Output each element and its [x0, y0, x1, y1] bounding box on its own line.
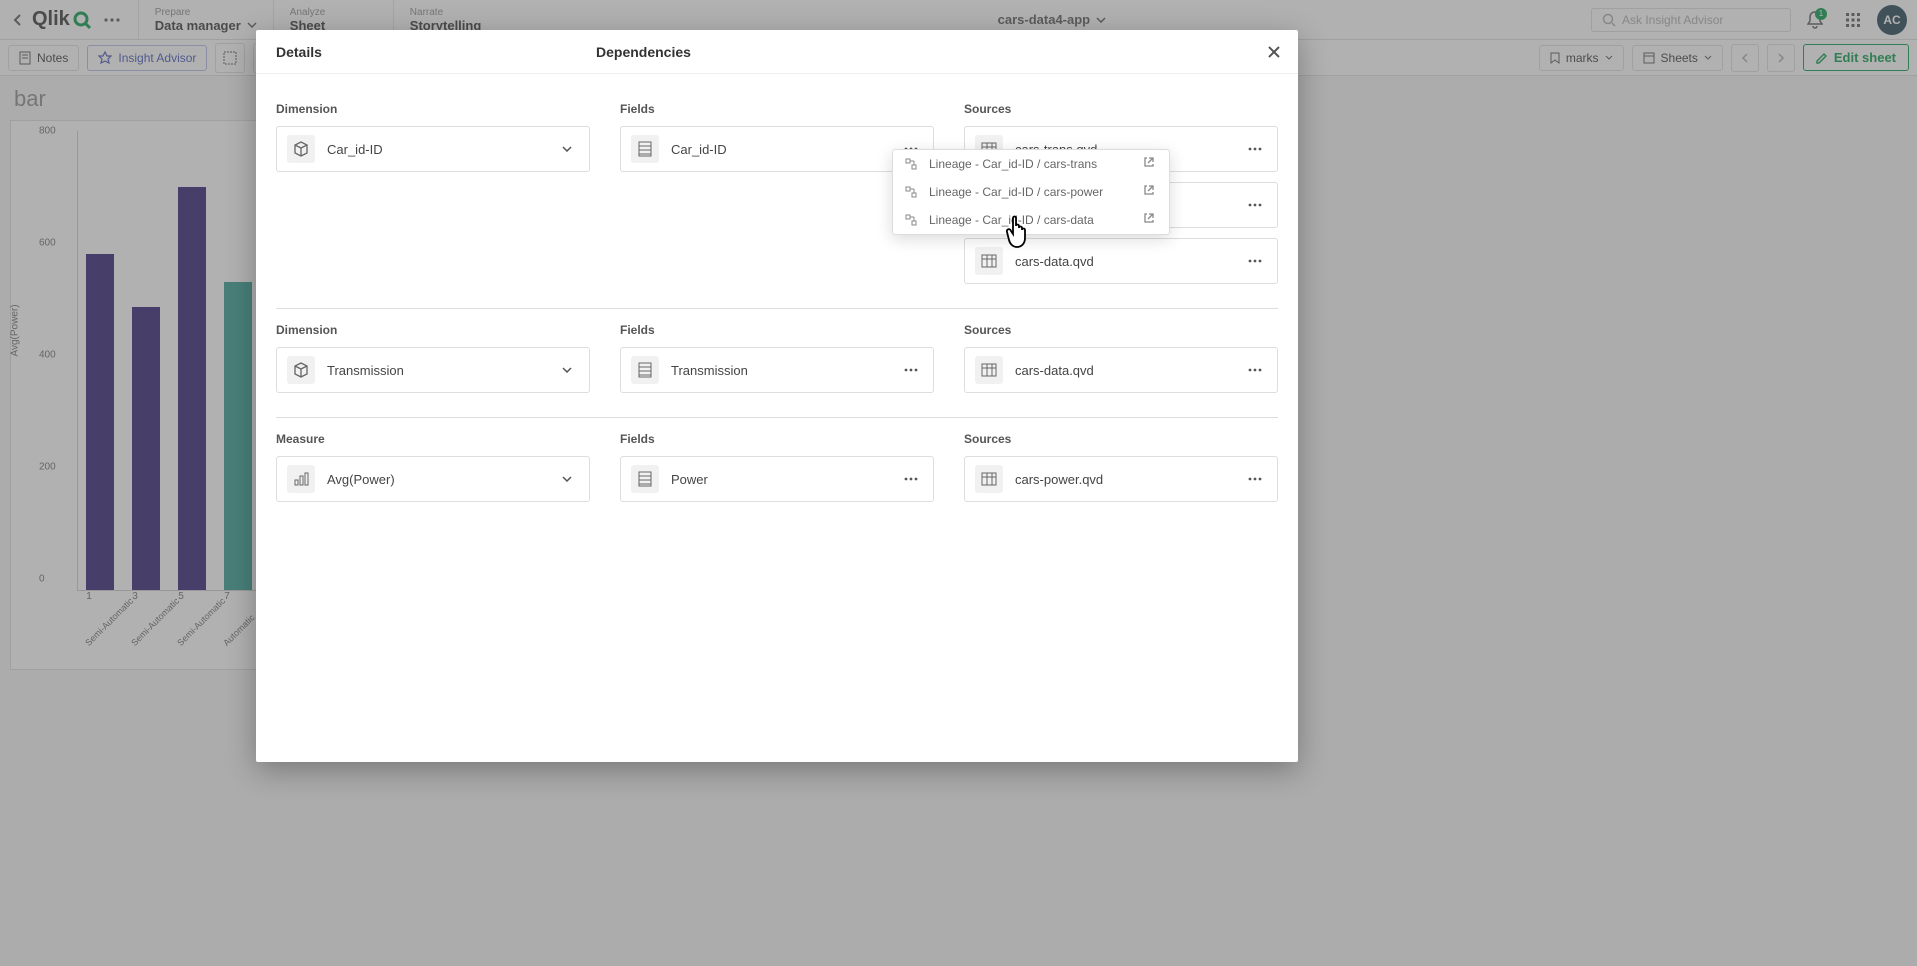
table-icon [975, 465, 1003, 493]
dep-col-fields: Fields Transmission [620, 323, 934, 403]
modal-title-details: Details [256, 44, 596, 60]
field-value: Power [671, 472, 899, 487]
lineage-popup: Lineage - Car_id-ID / cars-trans Lineage… [892, 149, 1170, 235]
lineage-item[interactable]: Lineage - Car_id-ID / cars-power [893, 178, 1169, 206]
source-item[interactable]: cars-data.qvd [964, 347, 1278, 393]
close-icon [1267, 45, 1281, 59]
field-item[interactable]: Power [620, 456, 934, 502]
dep-col-fields: Fields Car_id-ID [620, 102, 934, 294]
dep-label-fields: Fields [620, 432, 934, 446]
more-button[interactable] [1243, 358, 1267, 382]
lineage-icon [903, 156, 919, 172]
chevron-down-icon[interactable] [555, 137, 579, 161]
lineage-icon [903, 184, 919, 200]
field-icon [631, 356, 659, 384]
field-value: Car_id-ID [671, 142, 899, 157]
dep-label-fields: Fields [620, 323, 934, 337]
dep-label-dimension: Dimension [276, 323, 590, 337]
lineage-text: Lineage - Car_id-ID / cars-power [929, 185, 1133, 199]
more-button[interactable] [899, 358, 923, 382]
external-link-icon [1143, 156, 1159, 172]
lineage-text: Lineage - Car_id-ID / cars-trans [929, 157, 1133, 171]
dep-label-measure: Measure [276, 432, 590, 446]
dep-label-fields: Fields [620, 102, 934, 116]
field-icon [631, 465, 659, 493]
more-button[interactable] [1243, 193, 1267, 217]
dep-col-fields: Fields Power [620, 432, 934, 512]
modal-title-dependencies: Dependencies [596, 44, 691, 60]
external-link-icon [1143, 184, 1159, 200]
table-icon [975, 247, 1003, 275]
more-button[interactable] [1243, 467, 1267, 491]
source-value: cars-data.qvd [1015, 254, 1243, 269]
details-modal: Details Dependencies Dimension Car_id-ID [256, 30, 1298, 762]
dep-col-dimension: Dimension Car_id-ID [276, 102, 590, 294]
more-button[interactable] [1243, 249, 1267, 273]
dimension-value: Transmission [327, 363, 555, 378]
dep-col-sources: Sources cars-power.qvd [964, 432, 1278, 512]
field-icon [631, 135, 659, 163]
chevron-down-icon[interactable] [555, 467, 579, 491]
field-value: Transmission [671, 363, 899, 378]
source-item[interactable]: cars-power.qvd [964, 456, 1278, 502]
dep-col-measure: Measure Avg(Power) [276, 432, 590, 512]
source-value: cars-data.qvd [1015, 363, 1243, 378]
lineage-icon [903, 212, 919, 228]
dimension-value: Car_id-ID [327, 142, 555, 157]
more-button[interactable] [899, 467, 923, 491]
lineage-item[interactable]: Lineage - Car_id-ID / cars-trans [893, 150, 1169, 178]
dep-label-sources: Sources [964, 102, 1278, 116]
chevron-down-icon[interactable] [555, 358, 579, 382]
dependency-row: Measure Avg(Power) Fields Power Sources [276, 418, 1278, 526]
dependency-row: Dimension Transmission Fields Transmissi… [276, 309, 1278, 418]
field-item[interactable]: Transmission [620, 347, 934, 393]
source-item[interactable]: cars-data.qvd [964, 238, 1278, 284]
close-button[interactable] [1260, 38, 1288, 66]
dep-col-dimension: Dimension Transmission [276, 323, 590, 403]
lineage-text: Lineage - Car_id-ID / cars-data [929, 213, 1133, 227]
cube-icon [287, 356, 315, 384]
dep-label-dimension: Dimension [276, 102, 590, 116]
table-icon [975, 356, 1003, 384]
dimension-item[interactable]: Car_id-ID [276, 126, 590, 172]
dep-col-sources: Sources cars-data.qvd [964, 323, 1278, 403]
source-value: cars-power.qvd [1015, 472, 1243, 487]
external-link-icon [1143, 212, 1159, 228]
cube-icon [287, 135, 315, 163]
dimension-item[interactable]: Transmission [276, 347, 590, 393]
dep-label-sources: Sources [964, 432, 1278, 446]
lineage-item[interactable]: Lineage - Car_id-ID / cars-data [893, 206, 1169, 234]
measure-value: Avg(Power) [327, 472, 555, 487]
modal-header: Details Dependencies [256, 30, 1298, 74]
measure-item[interactable]: Avg(Power) [276, 456, 590, 502]
more-button[interactable] [1243, 137, 1267, 161]
dep-label-sources: Sources [964, 323, 1278, 337]
measure-icon [287, 465, 315, 493]
field-item[interactable]: Car_id-ID [620, 126, 934, 172]
